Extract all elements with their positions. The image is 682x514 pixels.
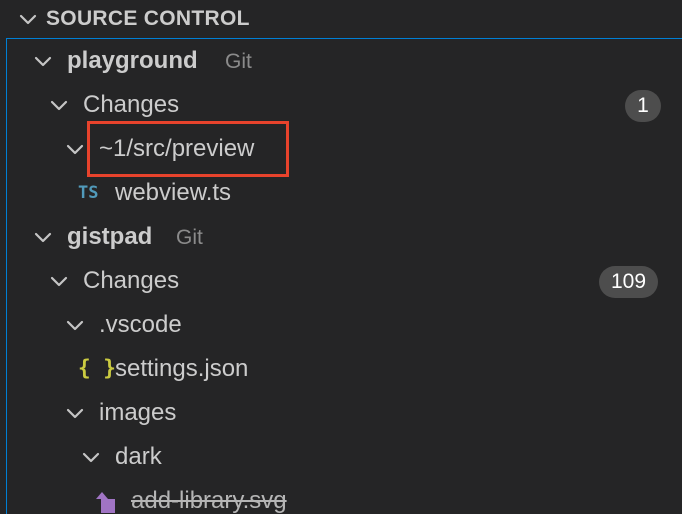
repo-scm-label: Git xyxy=(225,50,252,73)
changes-label: Changes xyxy=(83,91,180,118)
changes-group-row[interactable]: Changes 109 xyxy=(7,259,682,303)
panel-title: SOURCE CONTROL xyxy=(46,7,250,30)
chevron-down-icon[interactable] xyxy=(47,269,71,293)
folder-row-dark[interactable]: dark xyxy=(7,435,682,479)
folder-label: .vscode xyxy=(99,311,182,338)
svg-file-icon xyxy=(96,492,115,513)
chevron-down-icon[interactable] xyxy=(31,49,55,73)
typescript-icon: TS xyxy=(78,183,99,203)
scm-tree: playground Git Changes 1 ~1/src/preview … xyxy=(6,38,682,514)
file-name: webview.ts xyxy=(115,179,232,206)
repo-name: gistpad xyxy=(67,223,153,250)
folder-label: dark xyxy=(115,443,162,470)
panel-header[interactable]: SOURCE CONTROL xyxy=(0,0,682,38)
changes-label: Changes xyxy=(83,267,180,294)
file-row-settings[interactable]: { } settings.json xyxy=(7,347,682,391)
file-row-webview[interactable]: TS webview.ts xyxy=(7,171,682,215)
repo-name: playground xyxy=(67,47,198,74)
highlight-annotation xyxy=(87,121,289,177)
chevron-down-icon[interactable] xyxy=(79,445,103,469)
chevron-down-icon[interactable] xyxy=(16,7,40,31)
chevron-down-icon[interactable] xyxy=(47,93,71,117)
chevron-down-icon[interactable] xyxy=(63,137,87,161)
changes-count-badge: 1 xyxy=(625,90,661,122)
file-name: add-library.svg xyxy=(131,487,287,514)
repo-row-gistpad[interactable]: gistpad Git xyxy=(7,215,682,259)
folder-row-images[interactable]: images xyxy=(7,391,682,435)
changes-count-badge: 109 xyxy=(599,266,659,298)
chevron-down-icon[interactable] xyxy=(31,225,55,249)
file-row-add-library[interactable]: add-library.svg xyxy=(7,479,682,514)
folder-row-vscode[interactable]: .vscode xyxy=(7,303,682,347)
file-name: settings.json xyxy=(115,355,249,382)
chevron-down-icon[interactable] xyxy=(63,313,87,337)
chevron-down-icon[interactable] xyxy=(63,401,87,425)
source-control-panel: SOURCE CONTROL playground Git Changes 1 … xyxy=(0,0,682,514)
repo-scm-label: Git xyxy=(176,226,203,249)
folder-label: images xyxy=(99,399,177,426)
repo-row-playground[interactable]: playground Git xyxy=(7,39,682,83)
json-icon: { } xyxy=(78,356,116,380)
